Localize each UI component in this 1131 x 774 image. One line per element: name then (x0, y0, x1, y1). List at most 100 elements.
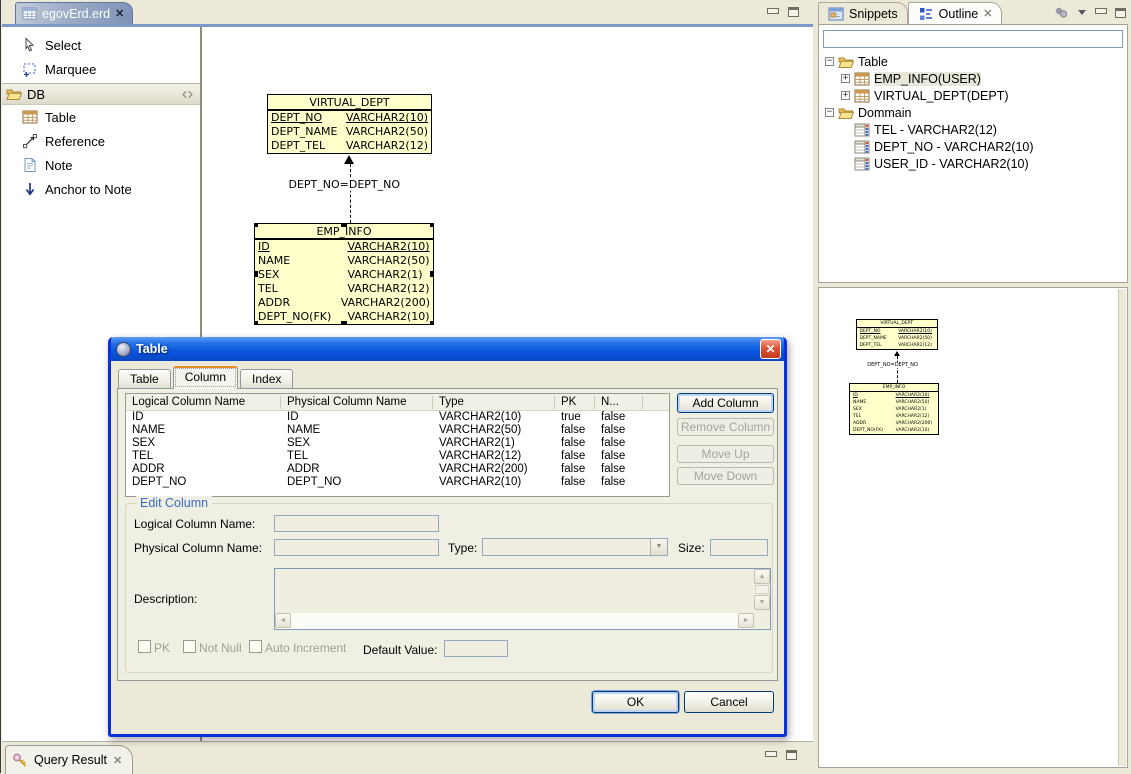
erd-column-name: DEPT_NAME (271, 125, 346, 139)
palette-tool-select[interactable]: Select (2, 33, 200, 57)
selection-handle[interactable] (254, 223, 258, 227)
default-value-label: Default Value: (363, 643, 438, 657)
tab-label: Query Result (34, 753, 107, 767)
erd-table-title: VIRTUAL_DEPT (857, 320, 938, 328)
minimize-icon[interactable] (1095, 8, 1106, 17)
maximize-icon[interactable] (788, 7, 799, 17)
grid-cell: false (595, 450, 643, 463)
palette-item-label: Reference (45, 134, 105, 149)
palette-item-note[interactable]: Note (2, 153, 200, 177)
selection-handle[interactable] (430, 271, 434, 277)
logical-column-name-label: Logical Column Name: (134, 517, 255, 531)
dialog-titlebar[interactable]: Table ✕ (111, 337, 784, 361)
maximize-icon[interactable] (1115, 8, 1126, 18)
close-icon[interactable]: ✕ (115, 7, 124, 20)
erd-column-type: VARCHAR2(50) (898, 335, 932, 342)
grid-row-id[interactable]: IDIDVARCHAR2(10)truefalse (126, 411, 669, 424)
erd-table-title: VIRTUAL_DEPT (268, 95, 431, 111)
table-icon (854, 71, 870, 87)
column-grid[interactable]: Logical Column NamePhysical Column NameT… (125, 393, 670, 497)
grid-cell: false (555, 437, 595, 450)
minimize-icon[interactable] (767, 8, 778, 17)
tab-query-result[interactable]: Query Result ✕ (5, 745, 133, 774)
expand-icon[interactable]: + (841, 91, 850, 100)
tab-outline[interactable]: Outline ✕ (908, 2, 1003, 24)
dialog-tab-index[interactable]: Index (240, 369, 293, 389)
overview-scrollbar[interactable] (1118, 289, 1126, 766)
grid-row-addr[interactable]: ADDRADDRVARCHAR2(200)falsefalse (126, 463, 669, 476)
snippets-icon (828, 6, 844, 22)
erd-column-type: VARCHAR2(12) (896, 413, 930, 420)
grid-header-cell[interactable]: Physical Column Name (281, 396, 433, 409)
close-icon[interactable]: ✕ (113, 754, 122, 767)
tree-item-tel[interactable]: +TEL - VARCHAR2(12) (819, 121, 1127, 138)
diagram-minimap[interactable]: DEPT_NO=DEPT_NOVIRTUAL_DEPTDEPT_NOVARCHA… (819, 288, 1117, 767)
grid-header-cell[interactable]: Logical Column Name (126, 396, 281, 409)
palette-item-anchor-to-note[interactable]: Anchor to Note (2, 177, 200, 201)
grid-row-name[interactable]: NAMENAMEVARCHAR2(50)falsefalse (126, 424, 669, 437)
toolbar-dots-icon[interactable] (1054, 6, 1069, 19)
overview-panel[interactable]: DEPT_NO=DEPT_NOVIRTUAL_DEPTDEPT_NOVARCHA… (818, 287, 1128, 768)
eclipse-icon (116, 342, 131, 357)
tree-item-virtual_dept[interactable]: +VIRTUAL_DEPT(DEPT) (819, 87, 1127, 104)
selection-handle[interactable] (254, 321, 258, 325)
palette-item-reference[interactable]: Reference (2, 129, 200, 153)
palette-tool-marquee[interactable]: Marquee (2, 57, 200, 81)
grid-row-sex[interactable]: SEXSEXVARCHAR2(1)falsefalse (126, 437, 669, 450)
tree-item-dept_no[interactable]: +DEPT_NO - VARCHAR2(10) (819, 138, 1127, 155)
editor-tab-egoverd[interactable]: egovErd.erd ✕ (15, 2, 133, 24)
tree-item-table[interactable]: −Table (819, 53, 1127, 70)
domain-icon (854, 122, 870, 138)
bottom-panel: Query Result ✕ (2, 741, 813, 773)
ok-button[interactable]: OK (592, 691, 679, 713)
dialog-tab-column[interactable]: Column (173, 366, 238, 389)
dialog-tab-table[interactable]: Table (118, 369, 171, 389)
erd-column-name: DEPT_TEL (271, 139, 346, 153)
tree-item-label: TEL - VARCHAR2(12) (874, 123, 997, 137)
grid-row-dept_no[interactable]: DEPT_NODEPT_NOVARCHAR2(10)falsefalse (126, 476, 669, 489)
palette-item-table[interactable]: Table (2, 105, 200, 129)
selection-handle[interactable] (341, 223, 347, 227)
erd-table-virtual_dept[interactable]: VIRTUAL_DEPTDEPT_NOVARCHAR2(10)DEPT_NAME… (267, 94, 432, 154)
default-value-field (444, 640, 508, 657)
outline-filter-input[interactable] (823, 30, 1123, 48)
add-column-button[interactable]: Add Column (677, 393, 774, 413)
tab-snippets[interactable]: Snippets (818, 2, 908, 24)
grid-row-tel[interactable]: TELTELVARCHAR2(12)falsefalse (126, 450, 669, 463)
editor-tab-row: egovErd.erd ✕ (2, 2, 813, 24)
tree-item-user_id[interactable]: +USER_ID - VARCHAR2(10) (819, 155, 1127, 172)
grid-header-cell[interactable]: Type (433, 396, 555, 409)
cancel-button[interactable]: Cancel (684, 691, 774, 713)
minimize-icon[interactable] (765, 751, 776, 760)
collapse-icon[interactable]: − (825, 108, 834, 117)
grid-cell: TEL (126, 450, 281, 463)
folder-open-icon (838, 105, 854, 121)
grid-header-cell[interactable]: N... (595, 396, 643, 409)
selection-handle[interactable] (430, 223, 434, 227)
selection-handle[interactable] (341, 321, 347, 325)
collapse-icon[interactable]: − (825, 57, 834, 66)
erd-column-type: VARCHAR2(1) (896, 406, 927, 413)
selection-handle[interactable] (254, 271, 258, 277)
close-button[interactable]: ✕ (760, 339, 781, 359)
maximize-icon[interactable] (786, 750, 797, 760)
pin-drawer-icon[interactable] (181, 88, 194, 101)
tree-item-emp_info[interactable]: +EMP_INFO(USER) (819, 70, 1127, 87)
erd-table-emp_info[interactable]: EMP_INFOIDVARCHAR2(10)NAMEVARCHAR2(50)SE… (254, 223, 434, 325)
view-menu-icon[interactable] (1078, 10, 1086, 15)
not-null-checkbox (183, 640, 196, 653)
move-up-button: Move Up (677, 445, 774, 463)
marquee-icon (22, 61, 38, 77)
erd-column-name: TEL (258, 282, 347, 296)
selection-handle[interactable] (430, 321, 434, 325)
expand-icon[interactable]: + (841, 74, 850, 83)
tree-item-dommain[interactable]: − Dommain (819, 104, 1127, 121)
close-icon[interactable]: ✕ (983, 7, 992, 20)
palette-drawer-db[interactable]: DB (2, 84, 200, 105)
grid-cell: VARCHAR2(10) (433, 411, 555, 424)
grid-header-cell[interactable]: PK (555, 396, 595, 409)
erd-column-row: DEPT_NOVARCHAR2(10) (857, 328, 938, 335)
erd-column-name: DEPT_NO(FK) (853, 427, 896, 434)
tree-item-label: Dommain (858, 106, 912, 120)
domain-icon (854, 139, 870, 155)
